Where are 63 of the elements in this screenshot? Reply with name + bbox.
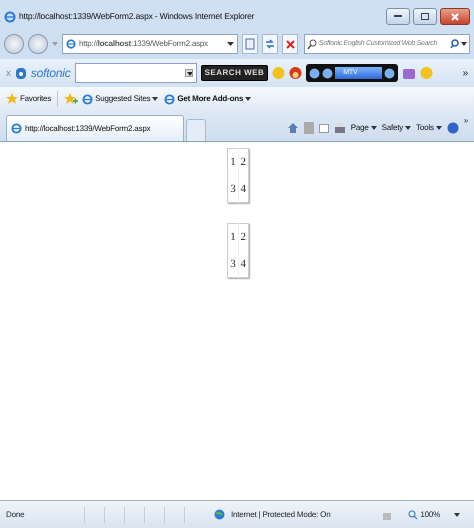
compatibility-button[interactable] (242, 34, 258, 54)
minimize-button[interactable] (386, 8, 410, 25)
caret-icon (370, 126, 377, 130)
caret-icon[interactable] (461, 42, 467, 46)
command-menu[interactable]: Safety (382, 122, 412, 134)
back-button[interactable] (4, 34, 24, 54)
print-icon[interactable] (334, 122, 346, 134)
forward-button[interactable] (28, 34, 48, 54)
logo-icon (14, 66, 27, 80)
zoom-button[interactable]: 100% (408, 508, 440, 520)
caret-icon (245, 97, 252, 101)
star-icon (6, 93, 18, 105)
window-title: http://localhost:1339/WebForm2.aspx - Windows Internet Explorer (19, 10, 256, 23)
logo: softonic (30, 65, 71, 82)
browser-icon (164, 94, 176, 104)
add-favorite-icon[interactable] (64, 93, 78, 105)
maximize-button[interactable] (413, 8, 437, 25)
caret-icon (405, 126, 412, 130)
favorites-bar-link[interactable]: Suggested Sites (82, 93, 158, 105)
close-icon (451, 12, 459, 20)
caret-icon[interactable] (454, 512, 460, 516)
address-field[interactable]: http://localhost:1339/WebForm2.aspx (62, 34, 238, 54)
table-cell: 4 (238, 250, 248, 278)
command-menu[interactable]: Tools (416, 122, 442, 134)
search-icon (307, 38, 317, 50)
browser-icon (11, 123, 22, 134)
close-icon (286, 40, 294, 48)
browser-tab[interactable]: http://localhost:1339/WebForm2.aspx (6, 115, 184, 141)
refresh-icon (265, 39, 275, 49)
caret-icon (152, 97, 158, 101)
caret-icon[interactable] (184, 69, 193, 77)
toolbar-search-field[interactable] (74, 63, 197, 83)
mail-icon[interactable] (318, 124, 329, 132)
close-button[interactable] (440, 8, 470, 25)
minimize-icon (394, 15, 402, 18)
search-icon[interactable] (450, 39, 459, 49)
table-cell: 3 (228, 250, 238, 278)
stop-button[interactable] (282, 34, 298, 54)
browser-icon (66, 39, 76, 49)
maximize-icon (421, 13, 429, 20)
status-text: Done (6, 508, 26, 520)
globe-icon (214, 509, 225, 520)
zoom-icon (408, 510, 418, 520)
command-menu[interactable]: Page (350, 122, 377, 134)
search-web-button[interactable]: SEARCH WEB (200, 65, 268, 81)
favorites-button[interactable]: Favorites (6, 93, 52, 105)
table-cell: 2 (238, 224, 248, 250)
caret-icon[interactable] (227, 42, 234, 46)
home-icon[interactable] (286, 122, 299, 134)
refresh-button[interactable] (262, 34, 278, 54)
table-cell: 3 (228, 176, 238, 202)
browser-icon (82, 94, 94, 104)
table-cell: 1 (228, 224, 238, 250)
favorites-bar-link[interactable]: Get More Add-ons (164, 93, 252, 105)
more-button[interactable]: » (464, 115, 468, 127)
table-cell: 1 (228, 148, 238, 176)
caret-icon (436, 126, 442, 130)
browser-icon (4, 10, 16, 22)
security-zone-text: Internet | Protected Mode: On (231, 508, 332, 520)
page-icon (245, 38, 255, 50)
table-cell: 4 (238, 176, 248, 202)
table-cell: 2 (238, 148, 248, 176)
more-button[interactable]: » (462, 66, 468, 80)
